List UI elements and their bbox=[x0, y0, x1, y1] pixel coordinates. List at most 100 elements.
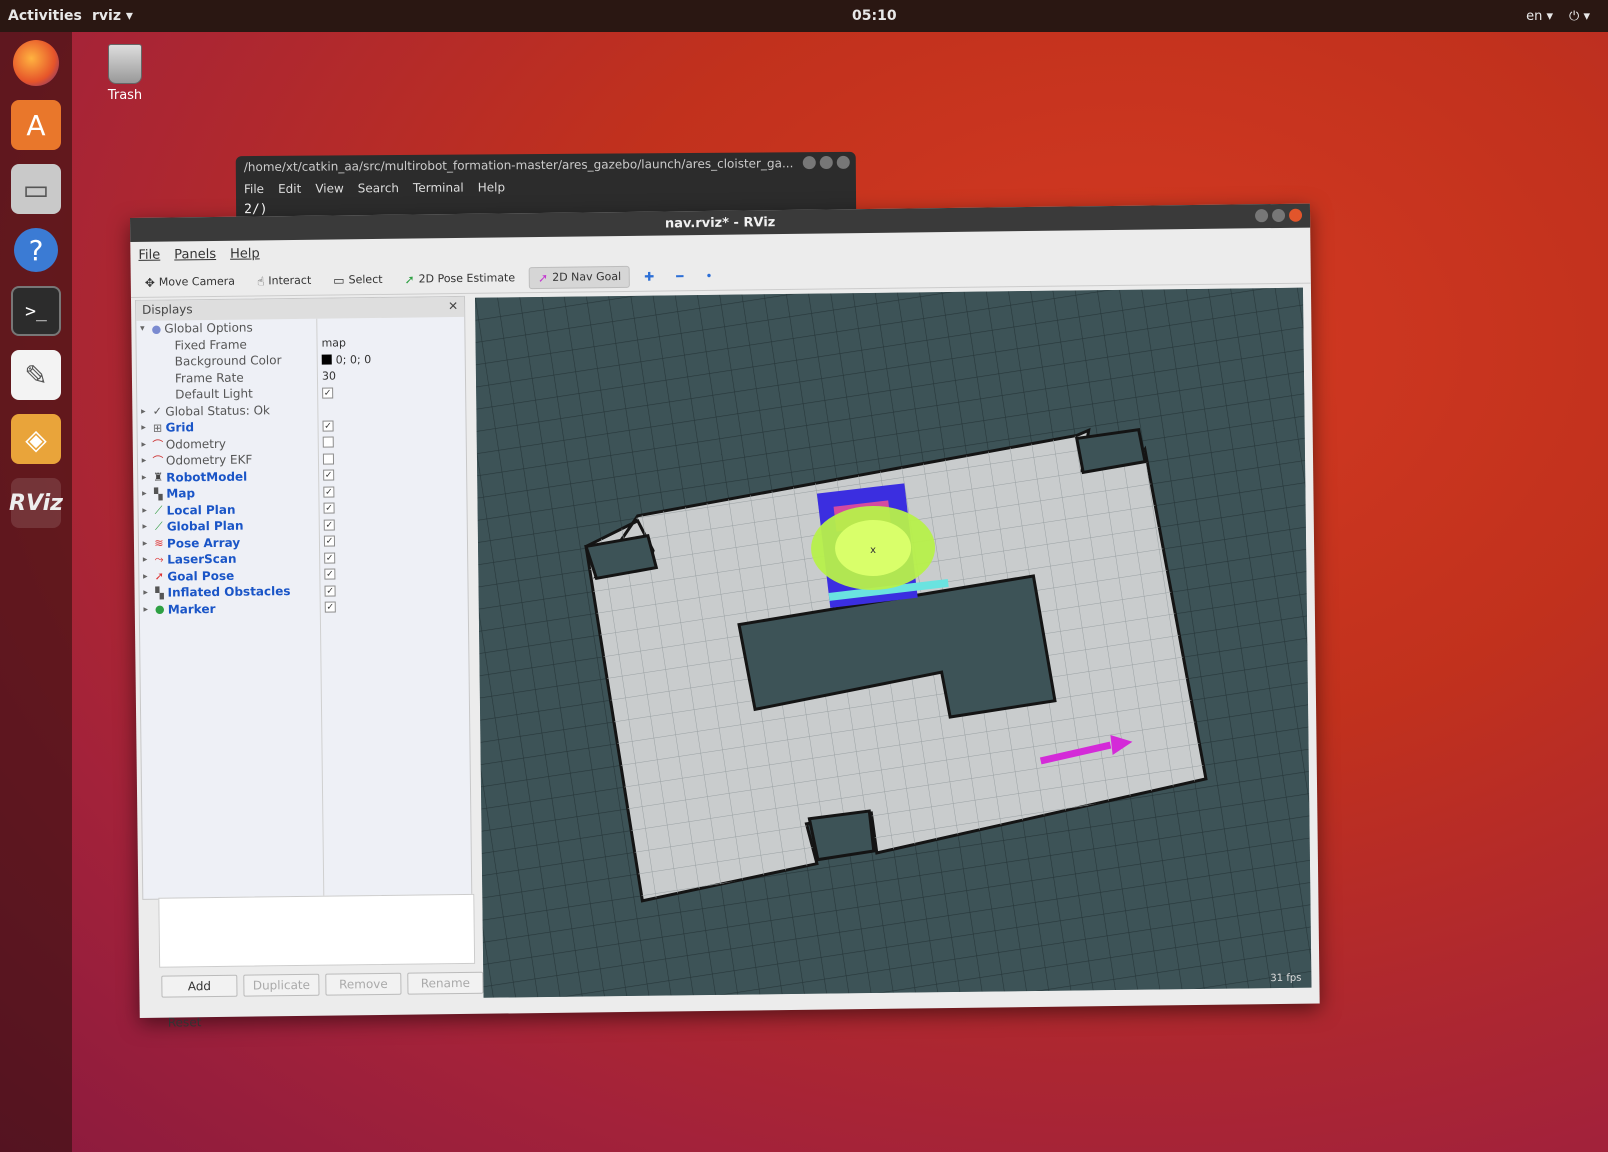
chevron-right-icon[interactable]: ▸ bbox=[140, 605, 152, 615]
rename-button[interactable]: Rename bbox=[407, 971, 484, 995]
dock: A ▭ ? >_ ✎ ◈ RViz bbox=[0, 32, 72, 1152]
background-color-label: Background Color bbox=[174, 353, 282, 369]
display-label: Inflated Obstacles bbox=[167, 584, 291, 600]
layers-icon[interactable]: ◈ bbox=[11, 414, 61, 464]
background-color-value[interactable]: 0; 0; 0 bbox=[321, 352, 372, 367]
select-label: Select bbox=[348, 272, 383, 287]
add-button[interactable]: Add bbox=[161, 974, 238, 998]
display-enabled-checkbox[interactable] bbox=[322, 436, 334, 448]
terminal-icon[interactable]: >_ bbox=[11, 286, 61, 336]
robot-icon: ♜ bbox=[153, 470, 164, 484]
close-icon[interactable]: ✕ bbox=[448, 299, 458, 315]
display-enabled-checkbox[interactable]: ✓ bbox=[324, 568, 336, 580]
default-light-checkbox[interactable]: ✓ bbox=[322, 387, 334, 399]
terminal-menu-search[interactable]: Search bbox=[358, 181, 399, 195]
chevron-right-icon[interactable]: ▸ bbox=[138, 473, 150, 483]
display-enabled-checkbox[interactable]: ✓ bbox=[323, 469, 335, 481]
fixed-frame-label: Fixed Frame bbox=[174, 337, 247, 353]
display-row-marker[interactable]: ▸ ● Marker ✓ bbox=[140, 597, 468, 618]
rviz-window[interactable]: nav.rviz* - RViz File Panels Help ✥ Move… bbox=[130, 203, 1320, 1030]
chevron-right-icon[interactable]: ▸ bbox=[138, 440, 150, 450]
maximize-icon[interactable] bbox=[819, 155, 833, 170]
display-enabled-checkbox[interactable]: ✓ bbox=[323, 535, 336, 547]
trash-desktop-item[interactable]: Trash bbox=[100, 44, 150, 103]
chevron-right-icon[interactable]: ▸ bbox=[138, 489, 150, 499]
software-center-icon[interactable]: A bbox=[11, 100, 61, 150]
terminal-menu-help[interactable]: Help bbox=[478, 180, 505, 194]
duplicate-button[interactable]: Duplicate bbox=[243, 973, 320, 997]
pose-estimate-tool[interactable]: ➚ 2D Pose Estimate bbox=[396, 268, 523, 290]
add-tool-button[interactable]: ✚ bbox=[636, 266, 662, 286]
language-indicator[interactable]: en ▾ bbox=[1526, 9, 1553, 24]
display-enabled-checkbox[interactable]: ✓ bbox=[323, 502, 335, 514]
terminal-menu-terminal[interactable]: Terminal bbox=[413, 181, 464, 195]
move-camera-tool[interactable]: ✥ Move Camera bbox=[137, 271, 243, 292]
fixed-frame-value[interactable]: map bbox=[321, 337, 346, 350]
display-enabled-checkbox[interactable]: ✓ bbox=[324, 552, 336, 564]
minimize-icon[interactable] bbox=[802, 156, 816, 170]
chevron-right-icon[interactable]: ▸ bbox=[139, 572, 151, 582]
power-menu[interactable]: ⏻ ▾ bbox=[1569, 9, 1590, 24]
display-enabled-checkbox[interactable]: ✓ bbox=[323, 486, 335, 498]
menu-panels[interactable]: Panels bbox=[174, 246, 216, 262]
display-enabled-checkbox[interactable] bbox=[322, 453, 335, 465]
interact-tool[interactable]: ☝ Interact bbox=[249, 270, 319, 291]
chevron-down-icon[interactable]: ▾ bbox=[136, 324, 148, 334]
terminal-menu-view[interactable]: View bbox=[315, 181, 344, 195]
bottom-notch bbox=[807, 809, 876, 862]
global-options-label: Global Options bbox=[164, 320, 253, 336]
files-icon[interactable]: ▭ bbox=[11, 164, 61, 214]
display-enabled-checkbox[interactable]: ✓ bbox=[323, 519, 335, 531]
chevron-right-icon[interactable]: ▸ bbox=[139, 555, 151, 565]
rviz-window-controls bbox=[1254, 208, 1303, 223]
chevron-right-icon[interactable]: ▸ bbox=[138, 423, 150, 433]
app-menu[interactable]: rviz ▾ bbox=[92, 8, 133, 24]
move-camera-icon: ✥ bbox=[144, 275, 155, 290]
chevron-right-icon[interactable]: ▸ bbox=[139, 522, 151, 532]
render-viewport[interactable]: x 31 fps bbox=[475, 287, 1312, 998]
plus-icon: ✚ bbox=[644, 269, 655, 284]
chevron-right-icon[interactable]: ▸ bbox=[139, 539, 151, 549]
chevron-right-icon[interactable]: ▸ bbox=[139, 506, 151, 516]
global-status-label: Global Status: Ok bbox=[165, 403, 271, 419]
close-icon[interactable] bbox=[1288, 208, 1303, 222]
minimize-icon[interactable] bbox=[1254, 209, 1269, 223]
firefox-icon[interactable] bbox=[13, 40, 59, 86]
rviz-window-title: nav.rviz* - RViz bbox=[664, 214, 776, 231]
display-enabled-checkbox[interactable]: ✓ bbox=[324, 601, 336, 613]
display-label: Grid bbox=[165, 420, 195, 435]
chevron-right-icon[interactable]: ▸ bbox=[140, 588, 152, 598]
menu-file[interactable]: File bbox=[138, 247, 160, 262]
remove-tool-button[interactable]: ━ bbox=[668, 266, 691, 286]
chevron-right-icon[interactable]: ▸ bbox=[138, 456, 150, 466]
terminal-menu-edit[interactable]: Edit bbox=[278, 182, 301, 196]
path-icon: ⟋ bbox=[154, 519, 163, 533]
map-render: x bbox=[475, 287, 1312, 998]
nav-goal-tool[interactable]: ➚ 2D Nav Goal bbox=[528, 265, 631, 289]
laser-icon: ⤳ bbox=[154, 552, 164, 566]
help-icon[interactable]: ? bbox=[14, 228, 58, 272]
display-enabled-checkbox[interactable]: ✓ bbox=[324, 585, 336, 597]
activities-button[interactable]: Activities bbox=[8, 8, 82, 24]
terminal-menu-file[interactable]: File bbox=[244, 182, 264, 196]
remove-button[interactable]: Remove bbox=[325, 972, 402, 996]
background-color-text: 0; 0; 0 bbox=[335, 352, 372, 367]
maximize-icon[interactable] bbox=[1271, 208, 1286, 223]
frame-rate-value[interactable]: 30 bbox=[322, 370, 336, 383]
text-editor-icon[interactable]: ✎ bbox=[11, 350, 61, 400]
chevron-right-icon[interactable]: ▸ bbox=[137, 407, 149, 417]
display-enabled-checkbox[interactable]: ✓ bbox=[322, 420, 334, 432]
clock[interactable]: 05:10 bbox=[852, 8, 897, 24]
tool-properties-button[interactable]: • bbox=[697, 265, 720, 285]
display-label: Marker bbox=[167, 601, 216, 617]
display-label: Odometry EKF bbox=[165, 452, 253, 468]
displays-buttons: Add Duplicate Remove Rename bbox=[161, 971, 484, 998]
select-tool[interactable]: ▭ Select bbox=[325, 269, 391, 290]
checkmark-icon: ✓ bbox=[152, 404, 163, 418]
rviz-icon[interactable]: RViz bbox=[9, 478, 63, 528]
close-icon[interactable] bbox=[836, 155, 850, 169]
system-tray[interactable]: en ▾ ⏻ ▾ bbox=[1526, 9, 1590, 24]
menu-help[interactable]: Help bbox=[230, 246, 260, 261]
reset-button[interactable]: Reset bbox=[162, 1011, 212, 1034]
display-label: Map bbox=[166, 486, 196, 501]
